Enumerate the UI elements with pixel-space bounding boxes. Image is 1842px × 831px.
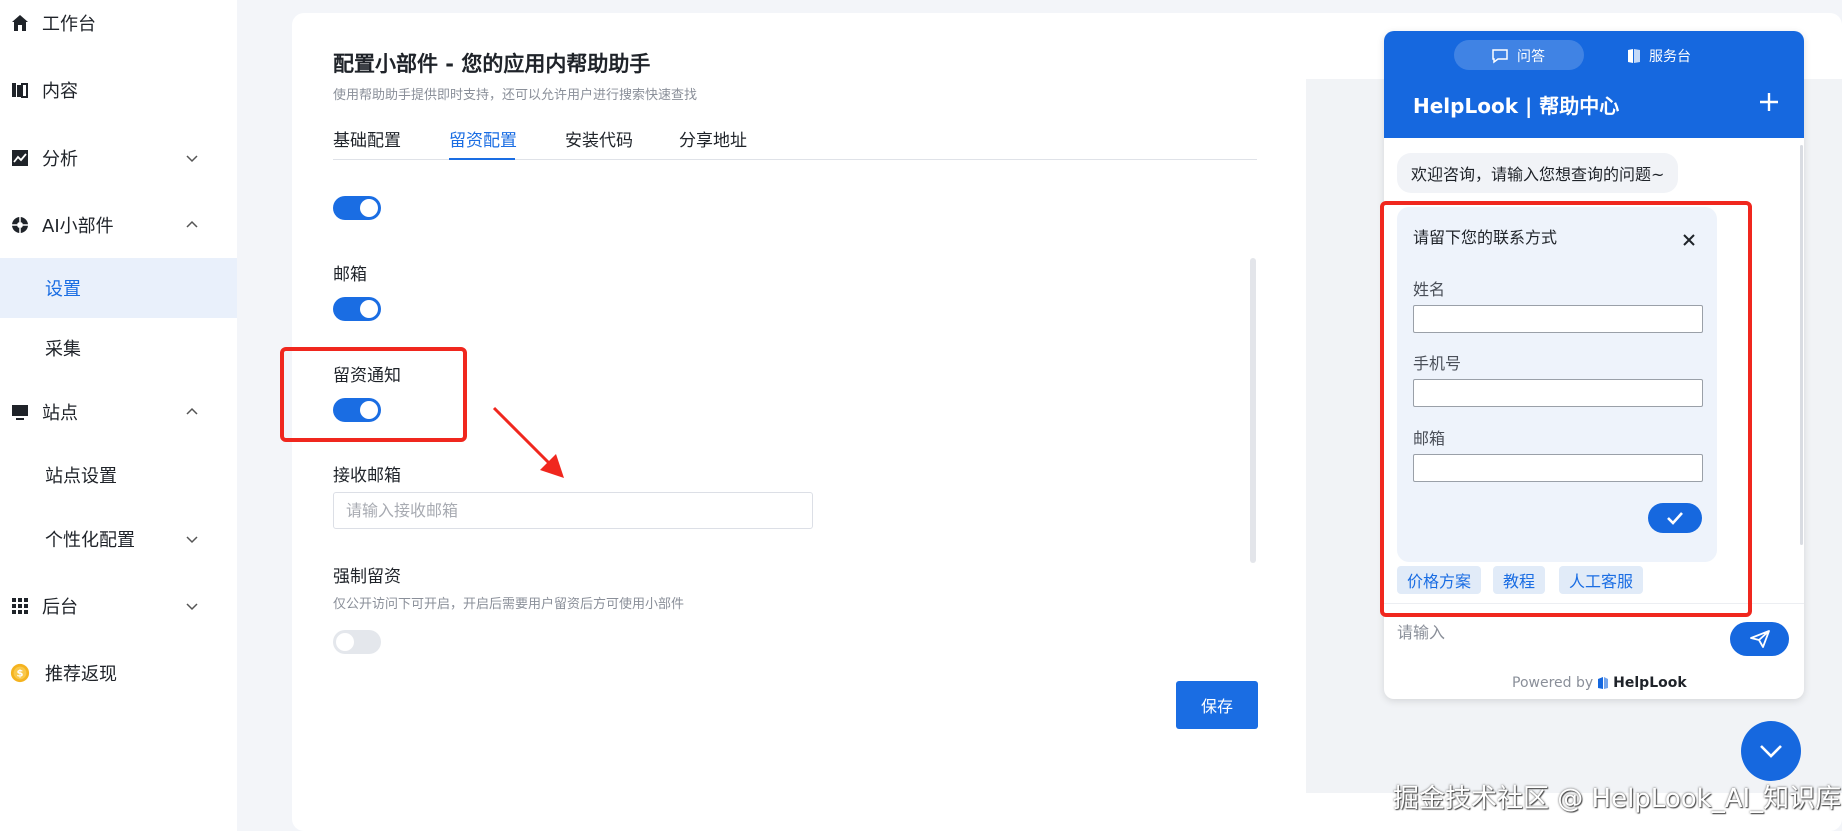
- sidebar: 工作台 内容 分析 AI小部件 设置 采集 站点 站点设置 个性化配置 后台 $…: [0, 0, 237, 831]
- powered-by: Powered by HelpLook: [1512, 675, 1687, 691]
- chat-input[interactable]: 请输入: [1397, 619, 1445, 643]
- sidebar-item-backend[interactable]: 后台: [0, 589, 237, 623]
- sidebar-item-content[interactable]: 内容: [0, 73, 237, 107]
- sidebar-item-label: 后台: [42, 597, 78, 618]
- chevron-down-icon: [1760, 745, 1782, 758]
- first-toggle[interactable]: [333, 196, 381, 220]
- page-subtitle: 使用帮助助手提供即时支持，还可以允许用户进行搜索快速查找: [333, 88, 698, 103]
- widget-tab-label: 问答: [1517, 49, 1545, 65]
- helplook-logo-icon: [1598, 677, 1609, 689]
- sidebar-item-collect[interactable]: 采集: [0, 331, 237, 365]
- widget-title: HelpLook | 帮助中心: [1413, 94, 1620, 118]
- chevron-down-icon: [186, 603, 198, 611]
- tab-install-code[interactable]: 安装代码: [565, 126, 633, 151]
- sidebar-item-label: 分析: [42, 149, 78, 170]
- monitor-icon: [10, 402, 30, 422]
- force-lead-label: 强制留资: [333, 567, 401, 587]
- sidebar-item-ai-widget[interactable]: AI小部件: [0, 208, 237, 242]
- library-icon: [10, 80, 30, 100]
- sidebar-item-site[interactable]: 站点: [0, 395, 237, 429]
- sidebar-item-personalization[interactable]: 个性化配置: [0, 522, 237, 556]
- coin-icon: $: [10, 663, 30, 683]
- chevron-up-icon: [186, 220, 198, 228]
- send-button[interactable]: [1730, 622, 1789, 656]
- sidebar-item-settings[interactable]: 设置: [0, 258, 237, 318]
- tab-share-url[interactable]: 分享地址: [679, 126, 747, 151]
- sidebar-item-site-settings[interactable]: 站点设置: [0, 458, 237, 492]
- active-tab-indicator: [449, 158, 515, 160]
- arrow-annotation-icon: [492, 406, 564, 478]
- sidebar-item-workbench[interactable]: 工作台: [0, 6, 237, 40]
- aperture-icon: [10, 215, 30, 235]
- collapse-widget-button[interactable]: [1741, 721, 1801, 781]
- highlight-box: [1380, 201, 1752, 617]
- sidebar-item-label: 站点设置: [45, 466, 117, 487]
- send-icon: [1749, 630, 1770, 648]
- plus-icon[interactable]: [1754, 87, 1784, 117]
- page-title: 配置小部件 - 您的应用内帮助助手: [333, 52, 651, 76]
- save-button[interactable]: 保存: [1176, 681, 1258, 729]
- powered-by-text: Powered by: [1512, 675, 1594, 691]
- chevron-up-icon: [186, 407, 198, 415]
- force-lead-hint: 仅公开访问下可开启，开启后需要用户留资后方可使用小部件: [333, 597, 685, 612]
- powered-by-brand: HelpLook: [1613, 675, 1687, 691]
- sidebar-item-label: 个性化配置: [45, 530, 135, 551]
- widget-tab-label: 服务台: [1649, 49, 1691, 65]
- widget-scrollbar[interactable]: [1800, 145, 1803, 545]
- receive-email-input[interactable]: [333, 492, 813, 529]
- widget-tab-service-desk[interactable]: 服务台: [1627, 46, 1691, 66]
- chat-icon: [1492, 49, 1508, 64]
- email-toggle[interactable]: [333, 297, 381, 321]
- tab-lead-config[interactable]: 留资配置: [449, 126, 517, 151]
- sidebar-item-label: 工作台: [42, 14, 96, 35]
- highlight-box: [280, 347, 467, 442]
- book-icon: [1628, 49, 1640, 63]
- watermark: 掘金技术社区 @ HelpLook_AI_知识库: [1393, 784, 1842, 814]
- chart-icon: [10, 148, 30, 168]
- receive-email-label: 接收邮箱: [333, 466, 401, 486]
- scrollbar[interactable]: [1250, 258, 1256, 563]
- email-label: 邮箱: [333, 265, 367, 285]
- sidebar-item-label: 采集: [45, 339, 81, 360]
- grid-icon: [10, 596, 30, 616]
- widget-header: 问答 服务台 HelpLook | 帮助中心: [1384, 31, 1804, 138]
- welcome-message: 欢迎咨询，请输入您想查询的问题~: [1397, 153, 1679, 193]
- sidebar-item-referral[interactable]: $ 推荐返现: [0, 656, 237, 690]
- home-icon: [10, 13, 30, 33]
- sidebar-item-label: AI小部件: [42, 216, 114, 237]
- chevron-down-icon: [186, 155, 198, 163]
- widget-tab-qa[interactable]: 问答: [1491, 46, 1545, 66]
- chevron-down-icon: [186, 536, 198, 544]
- sidebar-item-label: 设置: [45, 279, 81, 300]
- tab-basic-config[interactable]: 基础配置: [333, 126, 401, 151]
- svg-text:$: $: [17, 669, 24, 680]
- tab-bar: 基础配置 留资配置 安装代码 分享地址: [333, 126, 1257, 160]
- sidebar-item-label: 站点: [42, 403, 78, 424]
- force-lead-toggle[interactable]: [333, 630, 381, 654]
- sidebar-item-analytics[interactable]: 分析: [0, 141, 237, 175]
- sidebar-item-label: 推荐返现: [45, 664, 117, 685]
- sidebar-item-label: 内容: [42, 81, 78, 102]
